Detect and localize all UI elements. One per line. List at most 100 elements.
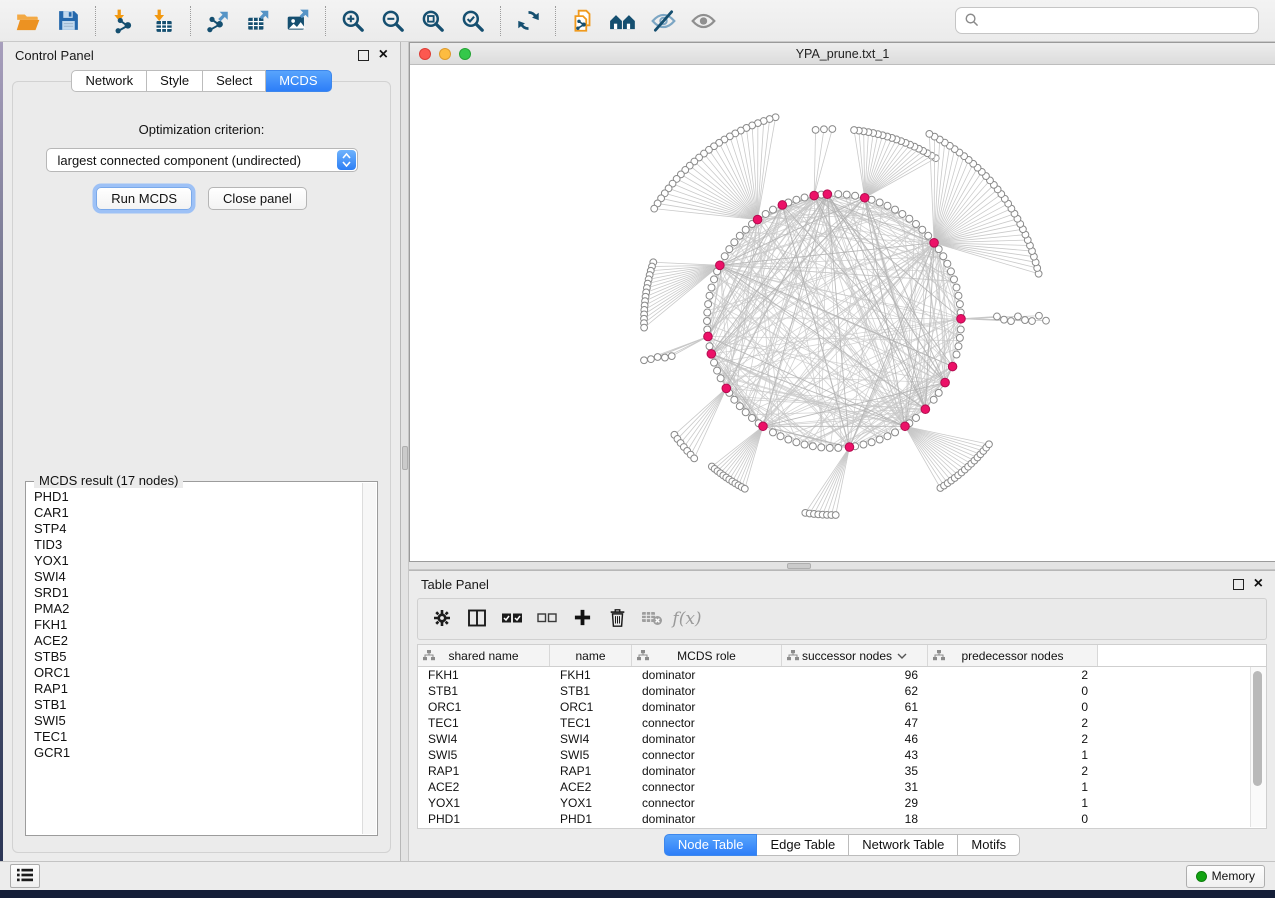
cell-predecessor-nodes: 2	[928, 716, 1098, 730]
delete-table-button[interactable]	[640, 607, 664, 631]
tab-mcds[interactable]: MCDS	[266, 70, 331, 92]
tab-node-table[interactable]: Node Table	[664, 834, 758, 856]
show-all-button[interactable]	[683, 4, 723, 38]
export-table-button[interactable]	[238, 4, 278, 38]
tab-edge-table[interactable]: Edge Table	[757, 834, 849, 856]
save-session-button[interactable]	[48, 4, 88, 38]
mcds-result-item[interactable]: TID3	[34, 537, 362, 553]
table-settings-button[interactable]	[430, 607, 454, 631]
delete-columns-button[interactable]	[605, 607, 629, 631]
mcds-result-item[interactable]: STB5	[34, 649, 362, 665]
network-canvas[interactable]	[410, 65, 1275, 561]
memory-button[interactable]: Memory	[1186, 865, 1265, 888]
optimization-criterion-dropdown[interactable]: largest connected component (undirected)	[46, 148, 358, 172]
close-window-icon[interactable]	[419, 48, 431, 60]
eye-slash-icon	[650, 8, 677, 34]
cell-shared-name: ACE2	[418, 780, 550, 794]
mcds-result-item[interactable]: PMA2	[34, 601, 362, 617]
table-row[interactable]: FKH1FKH1dominator962	[418, 667, 1266, 683]
mcds-result-item[interactable]: ORC1	[34, 665, 362, 681]
mcds-result-item[interactable]: SWI4	[34, 569, 362, 585]
node-table[interactable]: shared namenameMCDS rolesuccessor nodesp…	[417, 644, 1267, 829]
column-header-successor-nodes[interactable]: successor nodes	[782, 645, 928, 666]
column-header-name[interactable]: name	[550, 645, 632, 666]
export-network-button[interactable]	[198, 4, 238, 38]
table-row[interactable]: TEC1TEC1connector472	[418, 715, 1266, 731]
network-search-field[interactable]	[955, 7, 1259, 34]
tab-network[interactable]: Network	[71, 70, 147, 92]
mcds-result-item[interactable]: YOX1	[34, 553, 362, 569]
apply-function-button[interactable]: f(x)	[675, 607, 699, 631]
vertical-splitter[interactable]	[401, 42, 409, 861]
table-row[interactable]: ACE2ACE2connector311	[418, 779, 1266, 795]
tab-network-table[interactable]: Network Table	[849, 834, 958, 856]
toolbar-separator	[325, 6, 326, 36]
column-header-predecessor-nodes[interactable]: predecessor nodes	[928, 645, 1098, 666]
zoom-fit-button[interactable]	[413, 4, 453, 38]
splitter-grip[interactable]	[402, 446, 408, 470]
tab-select[interactable]: Select	[203, 70, 266, 92]
mcds-result-item[interactable]: CAR1	[34, 505, 362, 521]
clone-network-button[interactable]	[563, 4, 603, 38]
mcds-result-item[interactable]: SWI5	[34, 713, 362, 729]
add-column-button[interactable]	[570, 607, 594, 631]
export-image-button[interactable]	[278, 4, 318, 38]
refresh-view-button[interactable]	[508, 4, 548, 38]
mcds-result-item[interactable]: STB1	[34, 697, 362, 713]
close-panel-button[interactable]: Close panel	[208, 187, 307, 210]
zoom-selected-button[interactable]	[453, 4, 493, 38]
mcds-result-item[interactable]: TEC1	[34, 729, 362, 745]
horizontal-splitter[interactable]	[409, 562, 1275, 570]
select-all-rows-button[interactable]	[500, 607, 524, 631]
close-panel-icon[interactable]: ×	[379, 50, 388, 60]
run-mcds-button[interactable]: Run MCDS	[96, 187, 192, 210]
splitter-grip[interactable]	[787, 563, 811, 569]
table-row[interactable]: SWI4SWI4dominator462	[418, 731, 1266, 747]
deselect-all-rows-button[interactable]	[535, 607, 559, 631]
column-header-shared-name[interactable]: shared name	[418, 645, 550, 666]
search-input[interactable]	[985, 12, 1250, 29]
cell-successor-nodes: 61	[782, 700, 928, 714]
cell-predecessor-nodes: 2	[928, 764, 1098, 778]
cell-predecessor-nodes: 2	[928, 732, 1098, 746]
open-file-button[interactable]	[8, 4, 48, 38]
tab-style[interactable]: Style	[147, 70, 203, 92]
tab-motifs[interactable]: Motifs	[958, 834, 1020, 856]
zoom-out-button[interactable]	[373, 4, 413, 38]
mcds-result-item[interactable]: GCR1	[34, 745, 362, 761]
mcds-result-item[interactable]: RAP1	[34, 681, 362, 697]
cell-name: PHD1	[550, 812, 632, 826]
table-scrollbar[interactable]	[1250, 667, 1266, 827]
table-row[interactable]: STB1STB1dominator620	[418, 683, 1266, 699]
column-header-mcds-role[interactable]: MCDS role	[632, 645, 782, 666]
float-panel-icon[interactable]	[358, 50, 369, 61]
table-row[interactable]: SWI5SWI5connector431	[418, 747, 1266, 763]
table-row[interactable]: PHD1PHD1dominator180	[418, 811, 1266, 827]
minimize-window-icon[interactable]	[439, 48, 451, 60]
mcds-result-list[interactable]: PHD1CAR1STP4TID3YOX1SWI4SRD1PMA2FKH1ACE2…	[27, 483, 362, 834]
table-row[interactable]: RAP1RAP1dominator352	[418, 763, 1266, 779]
close-panel-icon[interactable]: ×	[1254, 579, 1263, 589]
show-hide-columns-button[interactable]	[465, 607, 489, 631]
network-view-window: YPA_prune.txt_1	[409, 42, 1275, 562]
mcds-result-item[interactable]: ACE2	[34, 633, 362, 649]
mcds-result-item[interactable]: STP4	[34, 521, 362, 537]
task-history-button[interactable]	[10, 864, 40, 888]
cell-shared-name: SWI4	[418, 732, 550, 746]
cell-shared-name: STB1	[418, 684, 550, 698]
first-neighbors-button[interactable]	[603, 4, 643, 38]
hide-selected-button[interactable]	[643, 4, 683, 38]
mcds-result-item[interactable]: FKH1	[34, 617, 362, 633]
mcds-result-item[interactable]: PHD1	[34, 489, 362, 505]
import-table-button[interactable]	[143, 4, 183, 38]
scrollbar-thumb[interactable]	[1253, 671, 1262, 786]
zoom-in-button[interactable]	[333, 4, 373, 38]
list-icon	[16, 867, 34, 886]
float-panel-icon[interactable]	[1233, 579, 1244, 590]
table-row[interactable]: YOX1YOX1connector291	[418, 795, 1266, 811]
mcds-result-item[interactable]: SRD1	[34, 585, 362, 601]
import-network-button[interactable]	[103, 4, 143, 38]
table-row[interactable]: ORC1ORC1dominator610	[418, 699, 1266, 715]
mcds-list-scrollbar[interactable]	[362, 483, 376, 834]
maximize-window-icon[interactable]	[459, 48, 471, 60]
